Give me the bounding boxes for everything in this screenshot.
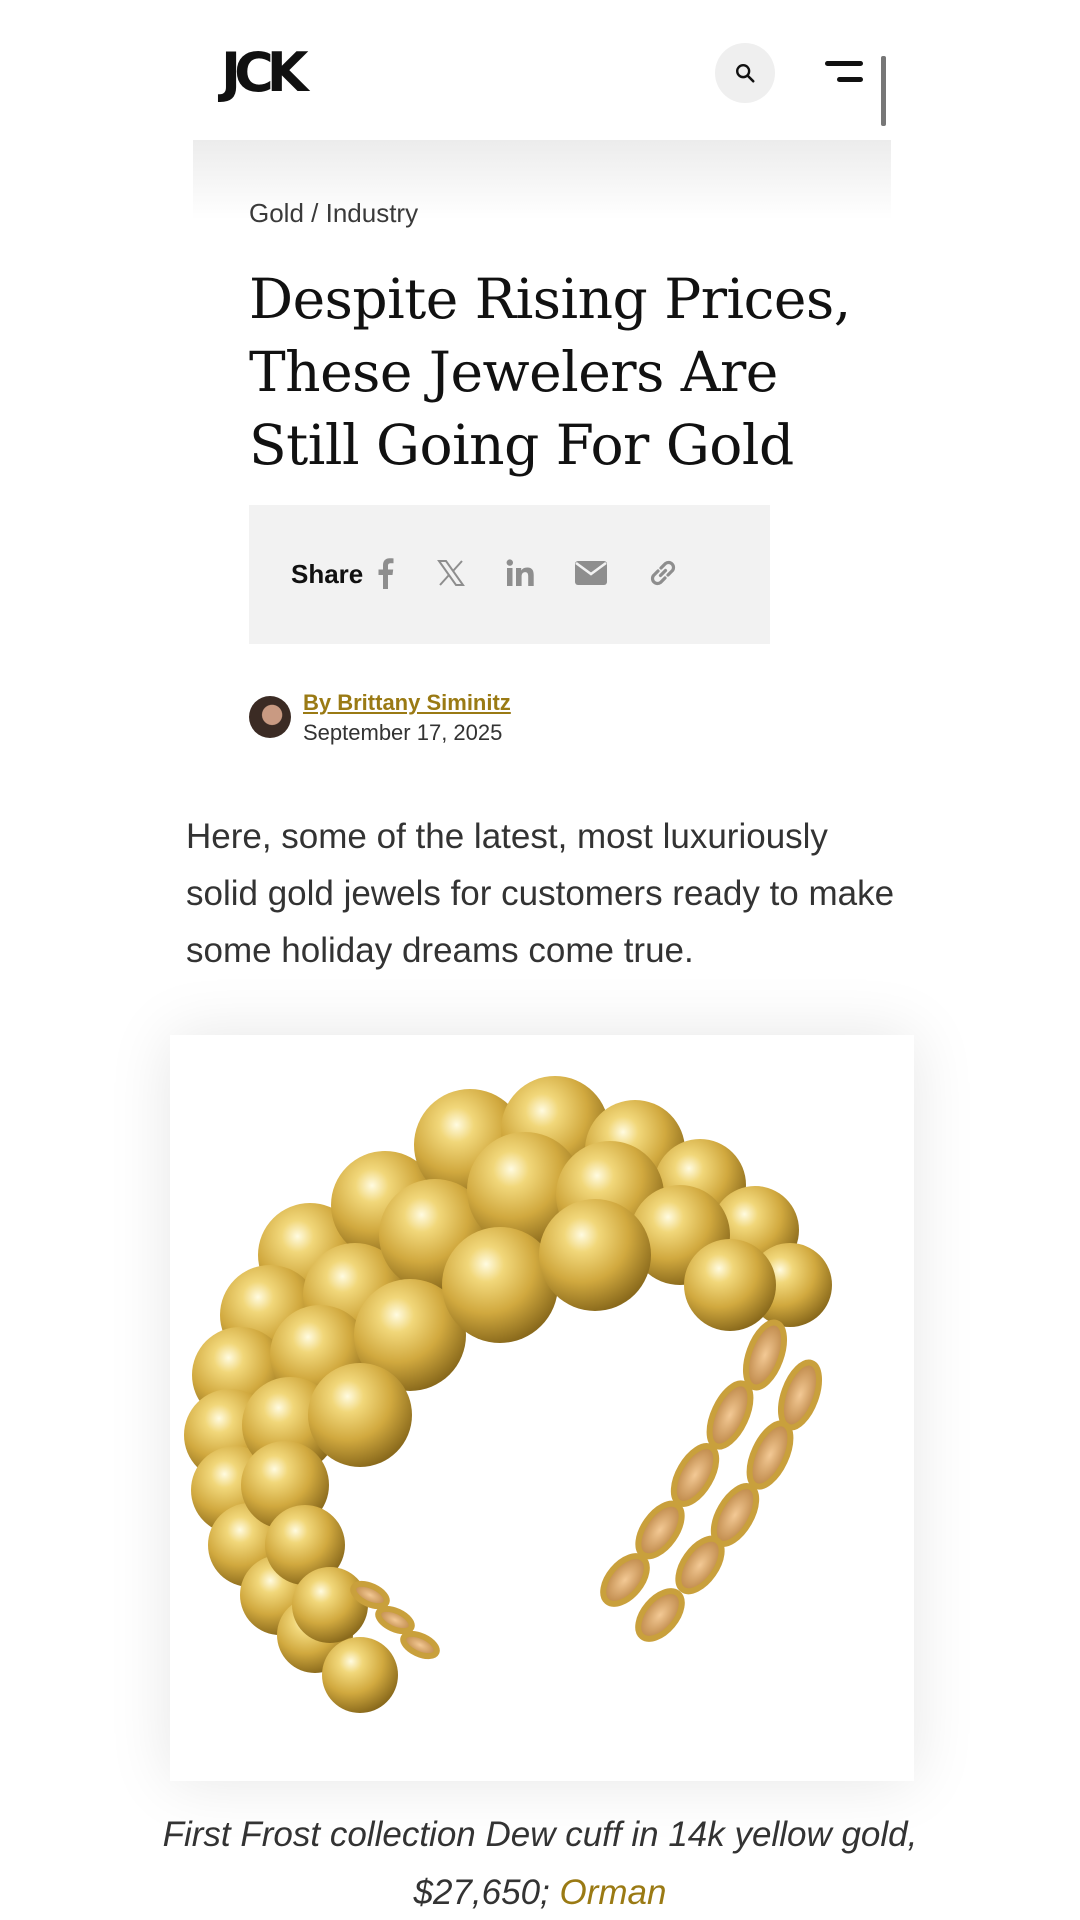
site-logo[interactable]: JCK bbox=[221, 46, 309, 100]
gold-cuff-illustration bbox=[184, 1076, 832, 1713]
search-button[interactable] bbox=[715, 43, 775, 103]
breadcrumb-separator: / bbox=[303, 198, 326, 228]
author-name-link[interactable]: By Brittany Siminitz bbox=[303, 690, 511, 716]
article-image bbox=[170, 1035, 914, 1781]
breadcrumb-gold[interactable]: Gold bbox=[249, 198, 304, 228]
share-label: Share bbox=[291, 559, 364, 589]
author-avatar bbox=[249, 696, 291, 738]
breadcrumb-industry[interactable]: Industry bbox=[326, 198, 419, 228]
caption-brand-link[interactable]: Orman bbox=[560, 1873, 667, 1912]
article-lede: Here, some of the latest, most luxurious… bbox=[186, 817, 895, 970]
caption-text: First Frost collection Dew cuff in 14k y… bbox=[162, 1815, 918, 1912]
facebook-icon[interactable] bbox=[365, 553, 405, 593]
menu-button[interactable] bbox=[823, 58, 873, 88]
share-bar: Share bbox=[249, 505, 770, 644]
menu-icon bbox=[825, 61, 863, 66]
publish-date: September 17, 2025 bbox=[303, 720, 503, 745]
article-headline: Despite Rising Prices, These Jewelers Ar… bbox=[249, 267, 851, 477]
search-icon bbox=[736, 64, 755, 83]
linkedin-icon[interactable] bbox=[501, 553, 541, 593]
link-icon[interactable] bbox=[643, 553, 683, 593]
email-icon[interactable] bbox=[571, 553, 611, 593]
menu-icon-line bbox=[837, 77, 863, 82]
scrollbar[interactable] bbox=[881, 56, 886, 126]
image-caption: First Frost collection Dew cuff in 14k y… bbox=[150, 1806, 930, 1920]
site-header: JCK bbox=[193, 0, 891, 140]
x-icon[interactable] bbox=[431, 553, 471, 593]
breadcrumb: Gold / Industry bbox=[249, 198, 418, 229]
